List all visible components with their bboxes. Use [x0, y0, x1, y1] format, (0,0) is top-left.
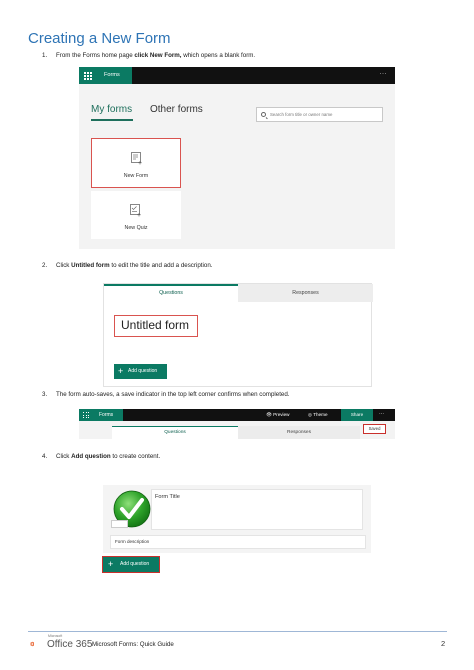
- step-bold-text: click New Form,: [134, 52, 182, 59]
- form-tabs: Questions Responses: [104, 284, 373, 302]
- share-button[interactable]: Share: [341, 409, 373, 421]
- step-3: 3. The form auto-saves, a save indicator …: [42, 391, 290, 398]
- footer-microsoft: Microsoft: [48, 634, 63, 638]
- form-title-field[interactable]: Untitled form: [114, 315, 198, 337]
- tab-questions[interactable]: Questions: [112, 426, 238, 439]
- preview-button[interactable]: 👁 Preview: [266, 409, 289, 421]
- tab-responses[interactable]: Responses: [238, 284, 373, 302]
- footer-office-365: Office 365: [47, 639, 93, 650]
- office-logo-icon: [30, 641, 34, 647]
- app-launcher-icon[interactable]: [79, 67, 96, 84]
- step-bold-text: Untitled form: [71, 262, 110, 269]
- step-4: 4. Click Add question to create content.: [42, 453, 160, 460]
- step-number: 4.: [42, 453, 48, 460]
- plus-icon: +: [108, 559, 114, 569]
- search-input[interactable]: Search form title or owner name: [256, 107, 383, 122]
- add-question-label: Add question: [120, 561, 150, 567]
- app-header: Forms ···: [79, 67, 395, 84]
- new-quiz-card[interactable]: New Quiz: [91, 191, 181, 239]
- new-form-icon: [131, 152, 142, 165]
- page-number: 2: [441, 639, 446, 648]
- theme-button[interactable]: ◎ Theme: [308, 409, 328, 421]
- step-number: 2.: [42, 262, 48, 269]
- footer-divider: [28, 631, 447, 632]
- new-quiz-icon: [130, 204, 141, 217]
- step-text: which opens a blank form.: [181, 52, 256, 59]
- page-title: Creating a New Form: [28, 30, 171, 47]
- step-number: 3.: [42, 391, 48, 398]
- add-question-label: Add question: [128, 368, 158, 374]
- add-question-button[interactable]: + Add question: [114, 364, 167, 379]
- plus-icon: +: [118, 366, 124, 376]
- step-number: 1.: [42, 52, 48, 59]
- new-quiz-label: New Quiz: [124, 225, 148, 231]
- tab-responses[interactable]: Responses: [238, 426, 360, 439]
- more-options-icon[interactable]: ···: [379, 409, 384, 419]
- step-2: 2. Click Untitled form to edit the title …: [42, 262, 212, 269]
- tab-questions[interactable]: Questions: [104, 284, 238, 302]
- step-text: to edit the title and add a description.: [109, 262, 213, 269]
- image-tools[interactable]: [111, 520, 128, 528]
- preview-label: Preview: [273, 412, 290, 417]
- step-text: Click: [56, 262, 72, 269]
- form-description-field[interactable]: Form description: [110, 535, 366, 549]
- footer-guide-title: Microsoft Forms: Quick Guide: [92, 641, 174, 648]
- new-form-card[interactable]: New Form: [91, 138, 181, 188]
- app-name: Forms: [93, 409, 123, 421]
- autosave-screenshot: Forms 👁 Preview ◎ Theme Share ··· Questi…: [79, 409, 395, 439]
- step-1: 1. From the Forms home page click New For…: [42, 52, 255, 59]
- tab-other-forms[interactable]: Other forms: [150, 104, 203, 115]
- search-icon: [261, 112, 266, 117]
- app-launcher-icon[interactable]: [79, 409, 93, 421]
- forms-home-screenshot: Forms ··· My forms Other forms Search fo…: [79, 67, 395, 249]
- app-header: Forms 👁 Preview ◎ Theme Share ···: [79, 409, 395, 421]
- active-tab-indicator: [91, 119, 133, 121]
- step-text: From the Forms home page: [56, 52, 135, 59]
- theme-label: Theme: [313, 412, 328, 417]
- add-question-screenshot: Form Title Form description: [103, 485, 371, 553]
- search-placeholder: Search form title or owner name: [270, 112, 333, 117]
- app-name: Forms: [96, 67, 132, 84]
- add-question-button[interactable]: + Add question: [102, 556, 160, 573]
- saved-indicator: Saved: [363, 424, 386, 434]
- form-title-field[interactable]: Form Title: [151, 489, 363, 530]
- tab-my-forms[interactable]: My forms: [91, 104, 132, 115]
- step-text: Click: [56, 453, 72, 460]
- more-options-icon[interactable]: ···: [380, 67, 388, 82]
- step-text: to create content.: [110, 453, 161, 460]
- step-text: The form auto-saves, a save indicator in…: [56, 391, 290, 398]
- untitled-form-screenshot: Questions Responses Untitled form + Add …: [103, 283, 373, 387]
- step-bold-text: Add question: [71, 453, 111, 460]
- new-form-label: New Form: [123, 173, 149, 179]
